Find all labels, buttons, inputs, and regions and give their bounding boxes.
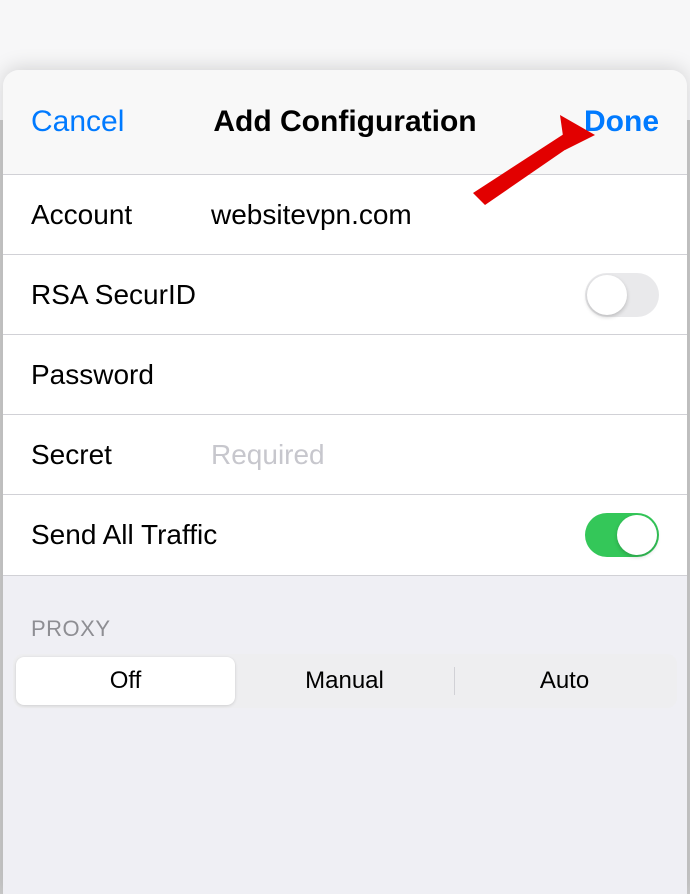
secret-placeholder[interactable]: Required [211,439,659,471]
account-row[interactable]: Account websitevpn.com [3,175,687,255]
add-configuration-modal: Cancel Add Configuration Done Account we… [3,70,687,894]
send-all-traffic-row: Send All Traffic [3,495,687,575]
send-all-traffic-label: Send All Traffic [31,519,217,551]
modal-title: Add Configuration [213,105,476,139]
proxy-segment-manual[interactable]: Manual [235,657,454,705]
account-value[interactable]: websitevpn.com [211,199,659,231]
secret-label: Secret [31,439,211,471]
done-button[interactable]: Done [584,105,659,139]
form-section: Account websitevpn.com RSA SecurID Passw… [3,175,687,576]
account-label: Account [31,199,211,231]
proxy-segment-off[interactable]: Off [16,657,235,705]
password-row[interactable]: Password [3,335,687,415]
proxy-segmented-control[interactable]: Off Manual Auto [13,654,677,708]
secret-row[interactable]: Secret Required [3,415,687,495]
password-label: Password [31,359,211,391]
proxy-section-header: PROXY [3,576,687,654]
proxy-segment-auto[interactable]: Auto [455,657,674,705]
rsa-securid-toggle[interactable] [585,273,659,317]
toggle-knob-icon [617,515,657,555]
send-all-traffic-toggle[interactable] [585,513,659,557]
cancel-button[interactable]: Cancel [31,105,124,139]
rsa-securid-label: RSA SecurID [31,279,196,311]
modal-header: Cancel Add Configuration Done [3,70,687,175]
toggle-knob-icon [587,275,627,315]
rsa-securid-row: RSA SecurID [3,255,687,335]
